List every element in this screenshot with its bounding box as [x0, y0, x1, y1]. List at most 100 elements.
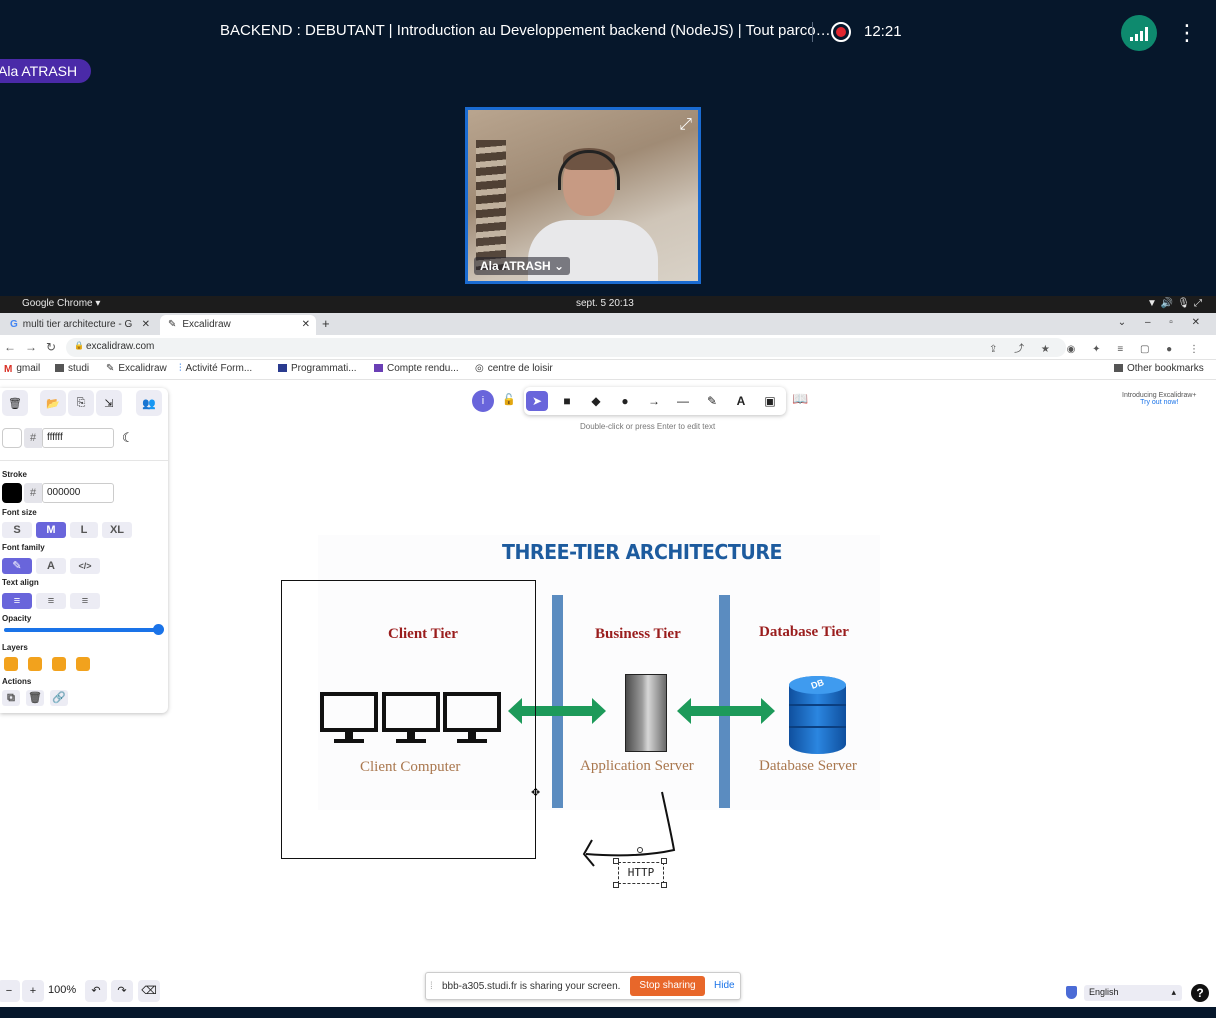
align-right-icon[interactable]: ≡	[70, 593, 100, 609]
export-icon[interactable]: ⇲	[96, 390, 122, 416]
redo-icon[interactable]: ↷	[111, 980, 133, 1002]
delete-icon[interactable]: 🗑	[26, 690, 44, 706]
text-align-label: Text align	[2, 578, 39, 587]
send-backward-icon[interactable]	[28, 657, 42, 671]
canvas-background-swatch[interactable]	[2, 428, 22, 448]
other-bookmarks[interactable]: Other bookmarks	[1114, 363, 1204, 374]
bookmark-programmation[interactable]: Programmati...	[278, 363, 357, 374]
presenter-tag[interactable]: Ala ATRASH	[0, 59, 92, 83]
webcam-video[interactable]: ⤢ Ala ATRASH ⌄	[465, 107, 701, 284]
zoom-out-button[interactable]: −	[0, 980, 20, 1002]
draw-tool-icon[interactable]: ✎	[701, 391, 723, 411]
bookmark-studi[interactable]: studi	[55, 363, 89, 374]
eraser-icon[interactable]: ⌫	[138, 980, 160, 1002]
new-tab-icon[interactable]: +	[322, 316, 330, 331]
send-to-back-icon[interactable]	[4, 657, 18, 671]
stroke-color-swatch[interactable]	[2, 483, 22, 503]
bookmark-activite[interactable]: ⫶ Activité Form...	[179, 363, 252, 374]
bring-forward-icon[interactable]	[52, 657, 66, 671]
align-center-icon[interactable]: ≡	[36, 593, 66, 609]
resize-handle[interactable]	[661, 882, 667, 888]
font-size-xl[interactable]: XL	[102, 522, 132, 538]
library-info-icon[interactable]: i	[472, 390, 494, 412]
dark-mode-icon[interactable]: ☾	[122, 430, 134, 446]
url-text: excalidraw.com	[86, 341, 155, 352]
more-options-icon[interactable]: ⋮	[1176, 20, 1198, 46]
link-icon[interactable]: 🔗	[50, 690, 68, 706]
arrow-tool-icon[interactable]: →	[643, 391, 665, 411]
resize-handle[interactable]	[661, 858, 667, 864]
bookmark-centre-loisir[interactable]: ◎ centre de loisir	[475, 363, 553, 374]
language-select[interactable]: English ▴	[1084, 985, 1182, 1001]
close-tab-icon[interactable]: ✕	[302, 319, 310, 330]
active-app-menu[interactable]: Google Chrome ▾	[22, 298, 100, 309]
excalidraw-canvas[interactable]: 🗑 📂 ⎘ ⇲ 👥 # ffffff ☾ Stroke # 000000 Fon…	[0, 380, 1216, 1007]
promo-link[interactable]: Try out now!	[1122, 399, 1197, 406]
navigation-buttons[interactable]: ←→↻	[4, 340, 65, 354]
drag-handle-icon[interactable]: ⁞	[430, 981, 433, 992]
opacity-slider-thumb[interactable]	[153, 624, 164, 635]
text-tool-icon[interactable]: A	[730, 391, 752, 411]
font-normal-icon[interactable]: A	[36, 558, 66, 574]
duplicate-icon[interactable]: ⧉	[2, 690, 20, 706]
system-clock[interactable]: sept. 5 20:13	[576, 298, 634, 309]
undo-icon[interactable]: ↶	[85, 980, 107, 1002]
font-size-s[interactable]: S	[2, 522, 32, 538]
actions-label: Actions	[2, 677, 32, 686]
system-tray-icons[interactable]: ▼🔊🎙⤢	[1147, 298, 1206, 309]
drawn-rectangle[interactable]	[281, 580, 536, 859]
extension-icons[interactable]: ⇪ ⤴ ★ ◉ ✦ ≡ ▢ ● ⋮	[989, 340, 1206, 355]
font-size-m[interactable]: M	[36, 522, 66, 538]
selection-tool-icon[interactable]: ➤	[526, 391, 548, 411]
font-hand-drawn-icon[interactable]: ✎	[2, 558, 32, 574]
excalidraw-plus-promo[interactable]: Introducing Excalidraw+ Try out now!	[1122, 392, 1197, 406]
video-name-tag[interactable]: Ala ATRASH ⌄	[474, 257, 571, 275]
ellipse-tool-icon[interactable]: ●	[614, 391, 636, 411]
image-tool-icon[interactable]: ▣	[759, 391, 781, 411]
tab-multi-tier[interactable]: Gmulti tier architecture - G ✕	[2, 315, 156, 335]
font-size-label: Font size	[2, 508, 37, 517]
help-icon[interactable]: ?	[1191, 984, 1209, 1002]
diamond-tool-icon[interactable]: ◆	[585, 391, 607, 411]
font-size-l[interactable]: L	[70, 522, 98, 538]
connection-status-button[interactable]	[1121, 15, 1157, 51]
presenter-name: Ala ATRASH	[0, 63, 78, 79]
zoom-level[interactable]: 100%	[48, 984, 76, 996]
lock-tool-icon[interactable]: 🔓	[502, 393, 516, 406]
zoom-in-button[interactable]: +	[22, 980, 44, 1002]
library-icon[interactable]: 📖	[792, 391, 808, 407]
hide-button[interactable]: Hide	[714, 980, 735, 991]
bookmark-gmail[interactable]: Mgmail	[4, 363, 40, 375]
canvas-background-input[interactable]: ffffff	[42, 428, 114, 448]
resize-handle[interactable]	[613, 882, 619, 888]
close-tab-icon[interactable]: ✕	[142, 319, 150, 330]
resize-handle[interactable]	[613, 858, 619, 864]
align-left-icon[interactable]: ≡	[2, 593, 32, 609]
open-file-icon[interactable]: 📂	[40, 390, 66, 416]
url-field[interactable]: 🔒 excalidraw.com	[66, 338, 1066, 357]
stroke-color-input[interactable]: 000000	[42, 483, 114, 503]
stop-sharing-button[interactable]: Stop sharing	[630, 976, 705, 996]
divider	[0, 460, 168, 461]
tab-strip: Gmulti tier architecture - G ✕ ✎ Excalidra…	[0, 313, 1216, 335]
window-controls[interactable]: ⌄ – ▫ ✕	[1118, 317, 1208, 328]
tab-excalidraw[interactable]: ✎ Excalidraw ✕	[160, 315, 316, 335]
bookmark-excalidraw[interactable]: ✎ Excalidraw	[106, 363, 167, 374]
hand-drawn-arrow[interactable]	[578, 788, 683, 868]
stroke-label: Stroke	[2, 470, 27, 479]
save-icon[interactable]: ⎘	[68, 390, 94, 416]
rectangle-tool-icon[interactable]: ■	[556, 391, 578, 411]
bookmark-compte-rendu[interactable]: Compte rendu...	[374, 363, 459, 374]
caret-up-icon: ▴	[1171, 987, 1176, 997]
clear-canvas-icon[interactable]: 🗑	[2, 390, 28, 416]
line-tool-icon[interactable]: —	[672, 391, 694, 411]
http-text-element[interactable]: HTTP	[618, 862, 664, 884]
record-icon[interactable]	[831, 22, 851, 42]
fullscreen-icon[interactable]: ⤢	[679, 116, 692, 134]
properties-panel: 🗑 📂 ⎘ ⇲ 👥 # ffffff ☾ Stroke # 000000 Fon…	[0, 388, 168, 713]
opacity-slider[interactable]	[4, 624, 164, 635]
collaborate-icon[interactable]: 👥	[136, 390, 162, 416]
font-code-icon[interactable]: </>	[70, 558, 100, 574]
business-tier-label: Business Tier	[595, 626, 681, 642]
bring-to-front-icon[interactable]	[76, 657, 90, 671]
